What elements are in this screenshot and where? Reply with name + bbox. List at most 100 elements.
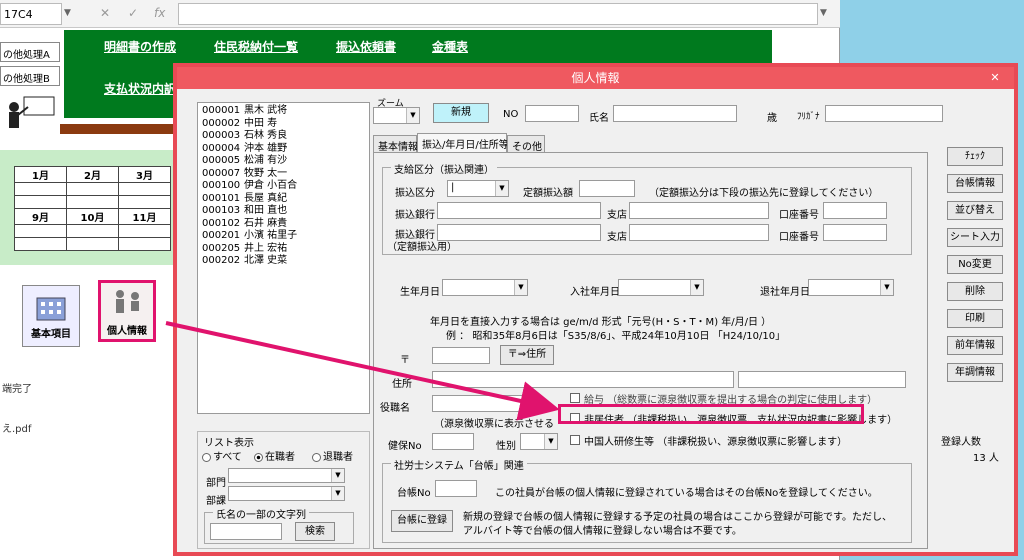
branch1-input[interactable] — [629, 202, 769, 219]
list-item[interactable]: 000103 和田 直也 — [202, 205, 365, 218]
month-cell[interactable] — [14, 195, 67, 209]
list-item[interactable]: 000101 長屋 真紀 — [202, 193, 365, 206]
formula-input[interactable] — [178, 3, 818, 25]
list-item[interactable]: 000100 伊倉 小百合 — [202, 180, 365, 193]
month-cell[interactable]: 11月 — [118, 208, 171, 225]
kana-input[interactable] — [825, 105, 943, 122]
chevron-down-icon[interactable]: ▼ — [64, 8, 76, 20]
list-item[interactable]: 000002 中田 寿 — [202, 118, 365, 131]
name-box[interactable]: 17C4 — [0, 3, 62, 25]
month-cell[interactable] — [66, 182, 119, 196]
month-cell[interactable] — [66, 224, 119, 238]
month-cell[interactable] — [66, 195, 119, 209]
address2-input[interactable] — [738, 371, 906, 388]
tab-transfer-dates-address[interactable]: 振込/年月日/住所等 — [417, 133, 509, 152]
filter-retired-radio[interactable]: 退職者 — [312, 448, 353, 463]
transfer-type-select[interactable]: | ▼ — [447, 180, 509, 197]
month-cell[interactable]: 10月 — [66, 208, 119, 225]
delete-button[interactable]: 削除 — [947, 282, 1003, 301]
tab-other[interactable]: その他 — [507, 135, 545, 153]
month-cell[interactable]: 9月 — [14, 208, 67, 225]
month-cell[interactable] — [14, 237, 67, 251]
basic-items-button[interactable]: 基本項目 — [22, 285, 80, 347]
list-item[interactable]: 000001 黒木 武将 — [202, 105, 365, 118]
tab-basic-info[interactable]: 基本情報 — [373, 135, 418, 153]
ledger-info-button[interactable]: 台帳情報 — [947, 174, 1003, 193]
dept-select[interactable]: ▼ — [228, 468, 345, 483]
chevron-down-icon[interactable]: ▼ — [820, 8, 827, 18]
name-search-input[interactable] — [210, 523, 282, 540]
cancel-icon[interactable]: ✕ — [100, 6, 110, 20]
list-item[interactable]: 000004 沖本 雄野 — [202, 143, 365, 156]
month-cell[interactable] — [118, 237, 171, 251]
list-item[interactable]: 000202 北澤 史菜 — [202, 255, 365, 268]
zoom-select[interactable]: ▼ — [373, 107, 420, 124]
address1-input[interactable] — [432, 371, 734, 388]
list-item[interactable]: 000007 牧野 太一 — [202, 168, 365, 181]
filter-all-radio[interactable]: すべて — [202, 448, 242, 463]
name-input[interactable] — [613, 105, 737, 122]
fixed-amount-input[interactable] — [579, 180, 635, 197]
section-select[interactable]: ▼ — [228, 486, 345, 501]
branch2-input[interactable] — [629, 224, 769, 241]
month-cell[interactable] — [14, 182, 67, 196]
leave-date-select[interactable]: ▼ — [808, 279, 894, 296]
bank1-input[interactable] — [437, 202, 601, 219]
personal-info-button[interactable]: 個人情報 — [98, 280, 156, 342]
trainee-checkbox[interactable] — [570, 435, 580, 445]
name-label: 氏名 — [589, 113, 609, 124]
file-name: え.pdf — [2, 424, 32, 435]
new-button[interactable]: 新規 — [433, 103, 489, 123]
account1-input[interactable] — [823, 202, 887, 219]
month-cell[interactable]: 1月 — [14, 166, 67, 183]
payment-group: 支給区分（振込関連） 振込区分 | ▼ 定額振込額 （定額振込分は下段の振込先に登… — [382, 161, 912, 255]
ledger-no-input[interactable] — [435, 480, 477, 497]
month-cell[interactable] — [118, 224, 171, 238]
list-item[interactable]: 000102 石井 麻貴 — [202, 218, 365, 231]
search-button[interactable]: 検索 — [295, 522, 335, 541]
check-button[interactable]: ﾁｪｯｸ — [947, 147, 1003, 166]
link-resident-tax-list[interactable]: 住民税納付一覧 — [214, 38, 298, 55]
month-cell[interactable] — [66, 237, 119, 251]
sheet-input-button[interactable]: シート入力 — [947, 228, 1003, 247]
month-cell[interactable] — [118, 182, 171, 196]
function-icon[interactable]: fx — [154, 6, 165, 20]
check-icon[interactable]: ✓ — [128, 6, 138, 20]
account2-input[interactable] — [823, 224, 887, 241]
postal-to-address-button[interactable]: 〒⇒住所 — [500, 345, 554, 365]
list-item[interactable]: 000005 松浦 有沙 — [202, 155, 365, 168]
other-process-b-button[interactable]: の他処理B — [0, 66, 60, 86]
month-cell[interactable] — [118, 195, 171, 209]
close-icon[interactable]: ✕ — [985, 69, 1005, 86]
list-item[interactable]: 000205 井上 宏祐 — [202, 243, 365, 256]
age-value — [743, 105, 763, 122]
month-cell[interactable]: 3月 — [118, 166, 171, 183]
link-payment-breakdown[interactable]: 支払状況内訳 — [104, 80, 176, 97]
list-item[interactable]: 000003 石林 秀良 — [202, 130, 365, 143]
birth-date-select[interactable]: ▼ — [442, 279, 528, 296]
link-denomination-table[interactable]: 金種表 — [432, 38, 468, 55]
list-item[interactable]: 000201 小濱 祐里子 — [202, 230, 365, 243]
salary-checkbox[interactable] — [570, 393, 580, 403]
sort-button[interactable]: 並び替え — [947, 201, 1003, 220]
join-date-select[interactable]: ▼ — [618, 279, 704, 296]
gender-select[interactable]: ▼ — [520, 433, 558, 450]
change-no-button[interactable]: No変更 — [947, 255, 1003, 274]
register-ledger-button[interactable]: 台帳に登録 — [391, 510, 453, 532]
year-end-info-button[interactable]: 年調情報 — [947, 363, 1003, 382]
month-cell[interactable]: 2月 — [66, 166, 119, 183]
filter-active-radio[interactable]: 在職者 — [254, 448, 295, 463]
print-button[interactable]: 印刷 — [947, 309, 1003, 328]
position-input[interactable] — [432, 395, 540, 412]
bank2-input[interactable] — [437, 224, 601, 241]
prev-year-info-button[interactable]: 前年情報 — [947, 336, 1003, 355]
other-process-a-button[interactable]: の他処理A — [0, 42, 60, 62]
postal-input[interactable] — [432, 347, 490, 364]
month-cell[interactable] — [14, 224, 67, 238]
link-transfer-request[interactable]: 振込依頼書 — [336, 38, 396, 55]
account2-label: 口座番号 — [779, 232, 819, 243]
link-create-statement[interactable]: 明細書の作成 — [104, 38, 176, 55]
employee-list[interactable]: 000001 黒木 武将 000002 中田 寿 000003 石林 秀良 00000… — [197, 102, 370, 414]
no-input[interactable] — [525, 105, 579, 122]
health-insurance-input[interactable] — [432, 433, 474, 450]
